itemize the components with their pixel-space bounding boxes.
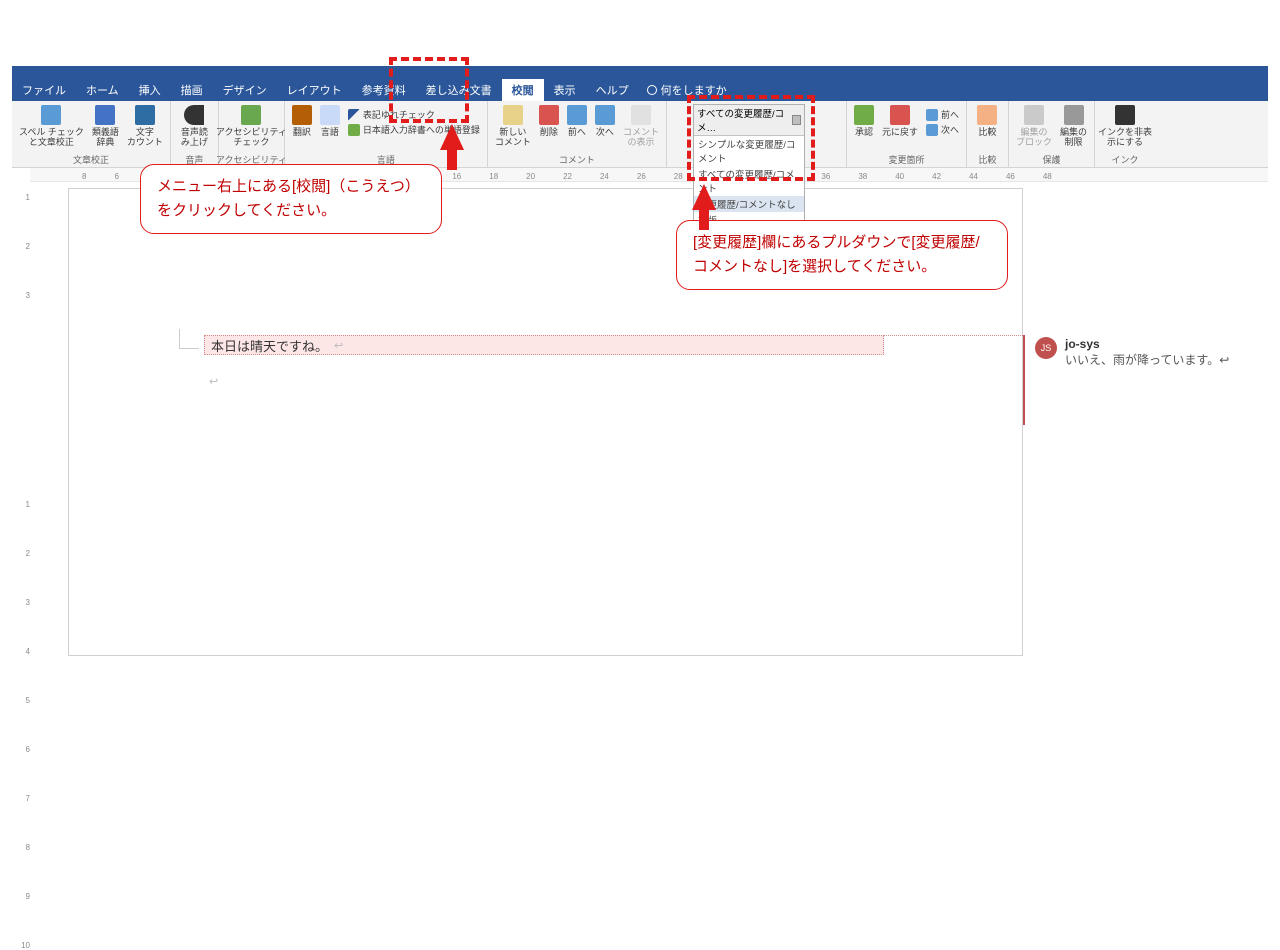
tab-help[interactable]: ヘルプ [586,79,639,101]
margin-mark [179,329,199,349]
delete-icon [539,105,559,125]
lightbulb-icon [647,85,657,95]
group-label: 保護 [1042,152,1060,166]
thesaurus-button[interactable]: 類義語 辞典 [89,103,122,150]
annotation-box-tracking-dropdown [687,95,815,181]
delete-comment-button[interactable]: 削除 [536,103,562,139]
tab-home[interactable]: ホーム [76,79,129,101]
group-ink: インクを非表 示にする インク [1095,101,1155,167]
spellcheck-button[interactable]: スペル チェック と文章校正 [16,103,87,150]
callout-2: [変更履歴]欄にあるプルダウンで[変更履歴/コメントなし]を選択してください。 [676,220,1008,290]
read-aloud-button[interactable]: 音声読 み上げ [178,103,211,150]
group-label: 変更箇所 [888,152,924,166]
compare-button[interactable]: 比較 [974,103,1000,139]
new-comment-icon [503,105,523,125]
group-changes: 承認 元に戻す 前へ 次へ 変更箇所 [847,101,967,167]
restrict-icon [1064,105,1084,125]
wordcount-button[interactable]: 文字 カウント [124,103,166,150]
thesaurus-icon [95,105,115,125]
show-comments-icon [631,105,651,125]
ribbon-body: スペル チェック と文章校正 類義語 辞典 文字 カウント 文章校正 音声読 み… [12,101,1268,168]
accessibility-icon [241,105,261,125]
language-icon [320,105,340,125]
block-authors-button: 編集の ブロック [1013,103,1055,150]
block-icon [1024,105,1044,125]
next-icon [595,105,615,125]
group-accessibility: アクセシビリティ チェック アクセシビリティ [219,101,285,167]
group-label: 比較 [978,152,996,166]
ime-icon [348,124,360,136]
paragraph-mark: ↩ [209,375,218,388]
group-label: コメント [559,152,595,166]
restrict-edit-button[interactable]: 編集の 制限 [1057,103,1090,150]
prev-change-button[interactable]: 前へ [923,107,962,122]
avatar: JS [1035,337,1057,359]
tracked-text[interactable]: 本日は晴天ですね。 [204,335,884,355]
new-comment-button[interactable]: 新しい コメント [492,103,534,150]
wordcount-icon [135,105,155,125]
hide-ink-button[interactable]: インクを非表 示にする [1095,103,1155,150]
language-button[interactable]: 言語 [317,103,343,139]
group-label: 文章校正 [73,152,109,166]
accessibility-button[interactable]: アクセシビリティ チェック [213,103,290,150]
group-protect: 編集の ブロック 編集の 制限 保護 [1009,101,1095,167]
annotation-arrow-1 [440,124,464,150]
compare-icon [977,105,997,125]
group-speech: 音声読 み上げ 音声 [171,101,219,167]
tab-review[interactable]: 校閲 [502,79,544,101]
title-bar [12,66,1268,79]
tab-design[interactable]: デザイン [213,79,277,101]
tab-file[interactable]: ファイル [12,79,76,101]
vertical-ruler[interactable]: 12312345678910 [14,183,30,660]
group-proofing: スペル チェック と文章校正 類義語 辞典 文字 カウント 文章校正 [12,101,171,167]
annotation-box-review-tab [389,57,469,123]
group-label: インク [1112,152,1139,166]
comment-balloon[interactable]: JS jo-sys いいえ、雨が降っています。↩ [1035,337,1229,368]
tab-draw[interactable]: 描画 [171,79,213,101]
ink-icon [1115,105,1135,125]
change-bar [1023,335,1025,425]
next-change-button[interactable]: 次へ [923,122,962,137]
tab-insert[interactable]: 挿入 [129,79,171,101]
reject-button[interactable]: 元に戻す [879,103,921,139]
tab-view[interactable]: 表示 [544,79,586,101]
next-comment-button[interactable]: 次へ [592,103,618,139]
group-compare: 比較 比較 [967,101,1009,167]
annotation-arrow-2 [692,184,716,210]
comment-author: jo-sys [1065,337,1229,351]
prev-comment-button[interactable]: 前へ [564,103,590,139]
tab-layout[interactable]: レイアウト [277,79,352,101]
ribbon-tabs: ファイル ホーム 挿入 描画 デザイン レイアウト 参考資料 差し込み文書 校閲… [12,79,1268,101]
reject-icon [890,105,910,125]
group-comments: 新しい コメント 削除 前へ 次へ コメント の表示 コメント [488,101,667,167]
show-comments-button: コメント の表示 [620,103,662,150]
prev-icon [926,109,938,121]
speaker-icon [184,105,204,125]
prev-icon [567,105,587,125]
spellcheck-icon [41,105,61,125]
comment-text: いいえ、雨が降っています。↩ [1065,351,1229,368]
translate-button[interactable]: 翻訳 [289,103,315,139]
translate-icon [292,105,312,125]
next-icon [926,124,938,136]
accept-button[interactable]: 承認 [851,103,877,139]
check-icon [348,109,360,121]
accept-icon [854,105,874,125]
callout-1: メニュー右上にある[校閲]（こうえつ）をクリックしてください。 [140,164,442,234]
